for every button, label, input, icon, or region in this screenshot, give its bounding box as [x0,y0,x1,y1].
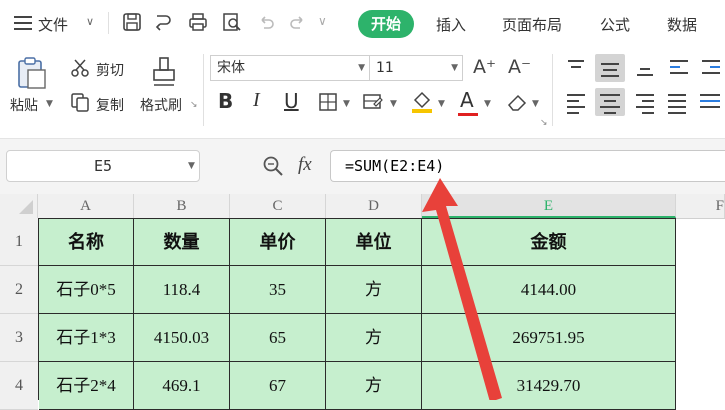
name-box[interactable]: E5 [6,150,200,182]
cell-a2[interactable]: 石子0*5 [39,266,134,314]
divider [108,12,109,34]
cell-d2[interactable]: 方 [326,266,422,314]
font-color-bar [458,113,478,116]
cell-c4[interactable]: 67 [230,362,326,410]
cell-a3[interactable]: 石子1*3 [39,314,134,362]
redo-icon[interactable] [288,12,308,32]
undo-icon[interactable] [256,12,276,32]
cell-d4[interactable]: 方 [326,362,422,410]
chevron-down-icon[interactable]: ∨ [86,15,94,28]
tab-start[interactable]: 开始 [358,10,414,38]
row-header-3[interactable]: 3 [0,314,38,362]
chevron-down-icon: ▼ [451,63,458,73]
cell-d3[interactable]: 方 [326,314,422,362]
font-name-select[interactable]: 宋体 ▼ [210,55,370,81]
expand-icon[interactable]: ↘ [540,118,548,128]
font-color-button[interactable]: A [460,88,474,112]
cell-d1[interactable]: 单位 [326,219,422,266]
fill-color-dropdown-icon[interactable]: ▼ [438,99,445,109]
column-header-d[interactable]: D [326,194,422,218]
paste-icon[interactable] [14,56,48,90]
row-header-1[interactable]: 1 [0,218,38,266]
column-header-c[interactable]: C [230,194,326,218]
cell-style-dropdown-icon[interactable]: ▼ [390,99,397,109]
scissors-icon[interactable] [70,58,90,78]
align-bottom-button[interactable] [634,58,656,78]
cell-b1[interactable]: 数量 [134,219,230,266]
align-top-button[interactable] [565,58,587,78]
italic-button[interactable]: I [253,89,260,112]
font-name-value: 宋体 [217,60,245,76]
grow-font-button[interactable]: A⁺ [473,56,496,78]
tab-insert[interactable]: 插入 [436,14,466,35]
paste-button[interactable]: 粘贴 [10,95,38,115]
print-icon[interactable] [188,12,208,32]
align-left-button[interactable] [565,92,587,114]
copy-icon[interactable] [70,92,90,112]
eraser-icon[interactable] [506,92,528,112]
align-right-button[interactable] [634,92,656,114]
cell-c1[interactable]: 单价 [230,219,326,266]
bold-button[interactable]: B [218,89,233,113]
cell-style-icon[interactable] [362,92,384,112]
fx-button[interactable]: fx [298,154,312,176]
shrink-font-button[interactable]: A⁻ [508,56,531,78]
print-preview-icon[interactable] [222,12,242,32]
save-icon[interactable] [122,12,142,32]
indent-decrease-button[interactable] [668,58,690,78]
cell-a4[interactable]: 石子2*4 [39,362,134,410]
chevron-down-icon: ▼ [358,63,365,73]
justify-button[interactable] [666,92,688,114]
tab-data[interactable]: 数据 [667,14,697,35]
border-icon[interactable] [318,92,338,112]
fill-color-icon[interactable] [410,88,434,114]
underline-button[interactable]: U [284,89,299,113]
cell-b3[interactable]: 4150.03 [134,314,230,362]
row-header-4[interactable]: 4 [0,362,38,410]
cell-c2[interactable]: 35 [230,266,326,314]
eraser-dropdown-icon[interactable]: ▼ [532,99,539,109]
hamburger-icon[interactable] [14,14,32,30]
column-header-b[interactable]: B [134,194,230,218]
format-painter-icon[interactable] [150,56,178,88]
divider [203,54,204,126]
align-middle-button[interactable] [595,54,625,82]
output-icon[interactable] [154,12,174,32]
paste-dropdown-icon[interactable]: ▼ [46,99,53,109]
name-box-value: E5 [93,157,113,175]
cell-b2[interactable]: 118.4 [134,266,230,314]
more-icon[interactable]: ∨ [318,14,327,28]
copy-button[interactable]: 复制 [96,95,124,115]
column-header-f[interactable]: F [676,194,725,218]
expand-icon[interactable]: ↘ [190,100,198,110]
row-header-2[interactable]: 2 [0,266,38,314]
select-all-corner[interactable] [0,194,38,218]
indent-increase-button[interactable] [700,58,722,78]
font-size-value: 11 [376,60,394,76]
zoom-search-icon[interactable] [262,155,284,177]
tab-formulas[interactable]: 公式 [600,14,630,35]
font-size-select[interactable]: 11 ▼ [369,55,463,81]
border-dropdown-icon[interactable]: ▼ [343,99,350,109]
formula-input[interactable]: =SUM(E2:E4) [330,150,725,182]
format-painter-button[interactable]: 格式刷 [140,95,182,115]
cell-a1[interactable]: 名称 [39,219,134,266]
annotation-arrow [422,178,502,400]
column-header-a[interactable]: A [38,194,134,218]
cell-c3[interactable]: 65 [230,314,326,362]
divider [552,54,553,126]
cut-button[interactable]: 剪切 [96,60,124,80]
tab-page-layout[interactable]: 页面布局 [502,14,562,35]
align-center-button[interactable] [595,88,625,116]
chevron-down-icon[interactable]: ▼ [188,161,195,171]
font-color-dropdown-icon[interactable]: ▼ [484,99,491,109]
cell-b4[interactable]: 469.1 [134,362,230,410]
file-menu[interactable]: 文件 [38,14,68,35]
distributed-align-button[interactable] [698,92,722,112]
